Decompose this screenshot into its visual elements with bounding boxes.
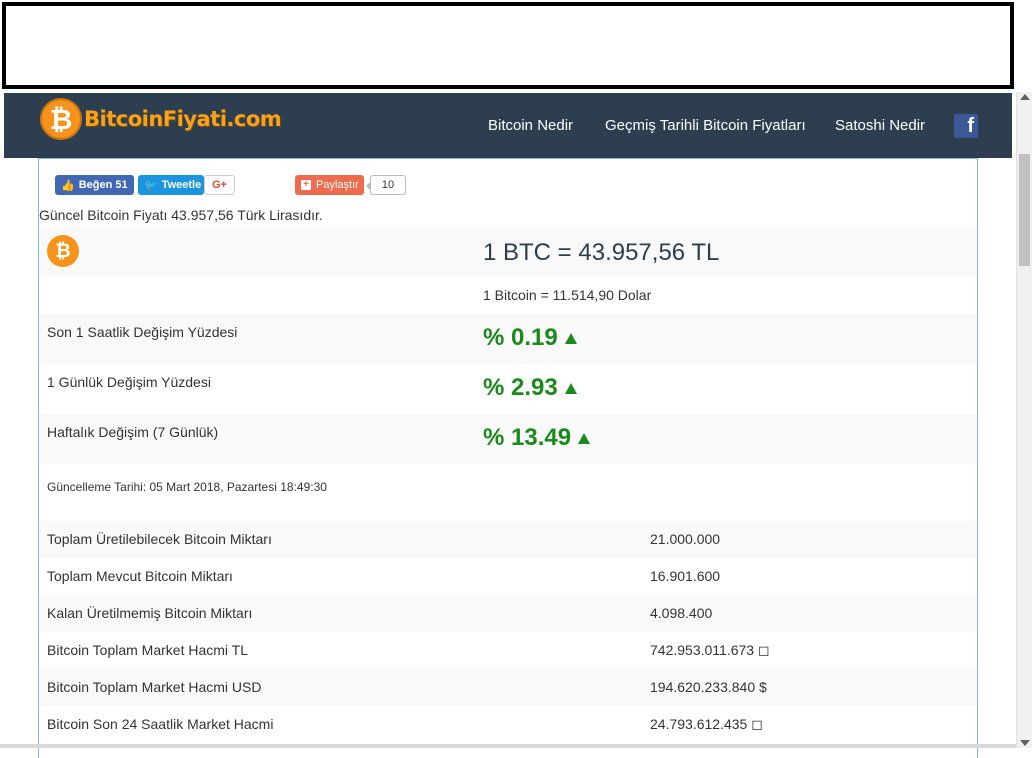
stat-value: 742.953.011.673 ◻ [650,642,770,658]
btc-usd-price: 1 Bitcoin = 11.514,90 Dolar [483,287,652,303]
stat-label: Bitcoin Toplam Market Hacmi USD [47,679,262,695]
like-button[interactable]: 👍 Beğen 51 [55,175,134,195]
stat-value: 4.098.400 [650,605,713,621]
stat-label: Toplam Üretilebilecek Bitcoin Miktarı [47,531,272,547]
stat-label: Bitcoin Toplam Market Hacmi TL [47,642,248,658]
bottom-edge [0,744,1016,748]
share-button[interactable]: + Paylaştır [295,175,364,195]
change-value: % 2.93 [483,374,577,402]
change-row-1h: Son 1 Saatlik Değişim Yüzdesi % 0.19 [39,314,977,364]
nav-link-bitcoin-nedir[interactable]: Bitcoin Nedir [488,117,573,134]
site-logo[interactable]: ₿ BitcoinFiyati.com [40,97,282,141]
price-content: 👍 Beğen 51 🐦 Tweetle G+ + Paylaştır 10 G… [38,158,978,758]
gplus-button[interactable]: G+ [204,175,235,195]
tweet-button[interactable]: 🐦 Tweetle [138,175,204,195]
top-frame [2,2,1014,89]
change-label: 1 Günlük Değişim Yüzdesi [47,374,211,390]
stat-label: Toplam Mevcut Bitcoin Miktarı [47,568,233,584]
share-count: 10 [366,175,406,195]
facebook-icon[interactable]: f [954,114,978,138]
scroll-up-icon[interactable] [1020,94,1030,100]
stat-label: Kalan Üretilmemiş Bitcoin Miktarı [47,605,253,621]
change-row-7d: Haftalık Değişim (7 Günlük) % 13.49 [39,414,977,464]
price-row-usd: 1 Bitcoin = 11.514,90 Dolar [39,276,977,314]
stat-value: 194.620.233.840 $ [650,679,767,695]
change-value: % 13.49 [483,424,591,452]
update-row: Güncelleme Tarihi: 05 Mart 2018, Pazarte… [39,464,977,521]
site-logo-text: BitcoinFiyati.com [84,107,282,131]
change-label: Haftalık Değişim (7 Günlük) [47,424,219,440]
scrollbar-thumb[interactable] [1019,154,1030,266]
stat-value: 16.901.600 [650,568,721,584]
stat-row: Bitcoin Son 24 Saatlik Market Hacmi 24.7… [39,706,977,743]
change-row-24h: 1 Günlük Değişim Yüzdesi % 2.93 [39,364,977,414]
up-arrow-icon [564,383,577,394]
twitter-bird-icon: 🐦 [144,179,158,192]
up-arrow-icon [564,333,577,344]
change-value: % 0.19 [483,324,577,352]
price-row-try: ₿ 1 BTC = 43.957,56 TL [39,227,977,276]
navbar: ₿ BitcoinFiyati.com Bitcoin Nedir Geçmiş… [4,93,1012,158]
stat-row: Toplam Üretilebilecek Bitcoin Miktarı 21… [39,521,977,558]
nav-link-satoshi-nedir[interactable]: Satoshi Nedir [835,117,925,134]
bitcoin-logo-icon: ₿ [40,98,82,140]
stat-row: Bitcoin Toplam Market Hacmi TL 742.953.0… [39,632,977,669]
stat-value: 24.793.612.435 ◻ [650,716,763,732]
bitcoin-coin-icon: ₿ [47,235,79,267]
btc-try-price: 1 BTC = 43.957,56 TL [483,239,720,266]
scroll-down-icon[interactable] [1020,740,1030,746]
stat-row: Bitcoin Toplam Market Hacmi USD 194.620.… [39,669,977,706]
intro-text: Güncel Bitcoin Fiyatı 43.957,56 Türk Lir… [39,207,323,223]
nav-link-gecmis-fiyatlar[interactable]: Geçmiş Tarihli Bitcoin Fiyatları [605,117,806,134]
stat-row: Toplam Mevcut Bitcoin Miktarı 16.901.600 [39,558,977,595]
stat-label: Bitcoin Son 24 Saatlik Market Hacmi [47,716,274,732]
share-button-label: Paylaştır [316,179,359,191]
stat-row: Kalan Üretilmemiş Bitcoin Miktarı 4.098.… [39,595,977,632]
like-button-label: Beğen 51 [78,179,128,191]
thumbs-up-icon: 👍 [61,179,75,192]
vertical-scrollbar[interactable] [1016,92,1032,748]
tweet-button-label: Tweetle [161,179,202,191]
plus-icon: + [301,180,311,190]
change-label: Son 1 Saatlik Değişim Yüzdesi [47,324,238,340]
update-timestamp: Güncelleme Tarihi: 05 Mart 2018, Pazarte… [47,480,327,494]
stat-value: 21.000.000 [650,531,721,547]
up-arrow-icon [578,433,591,444]
